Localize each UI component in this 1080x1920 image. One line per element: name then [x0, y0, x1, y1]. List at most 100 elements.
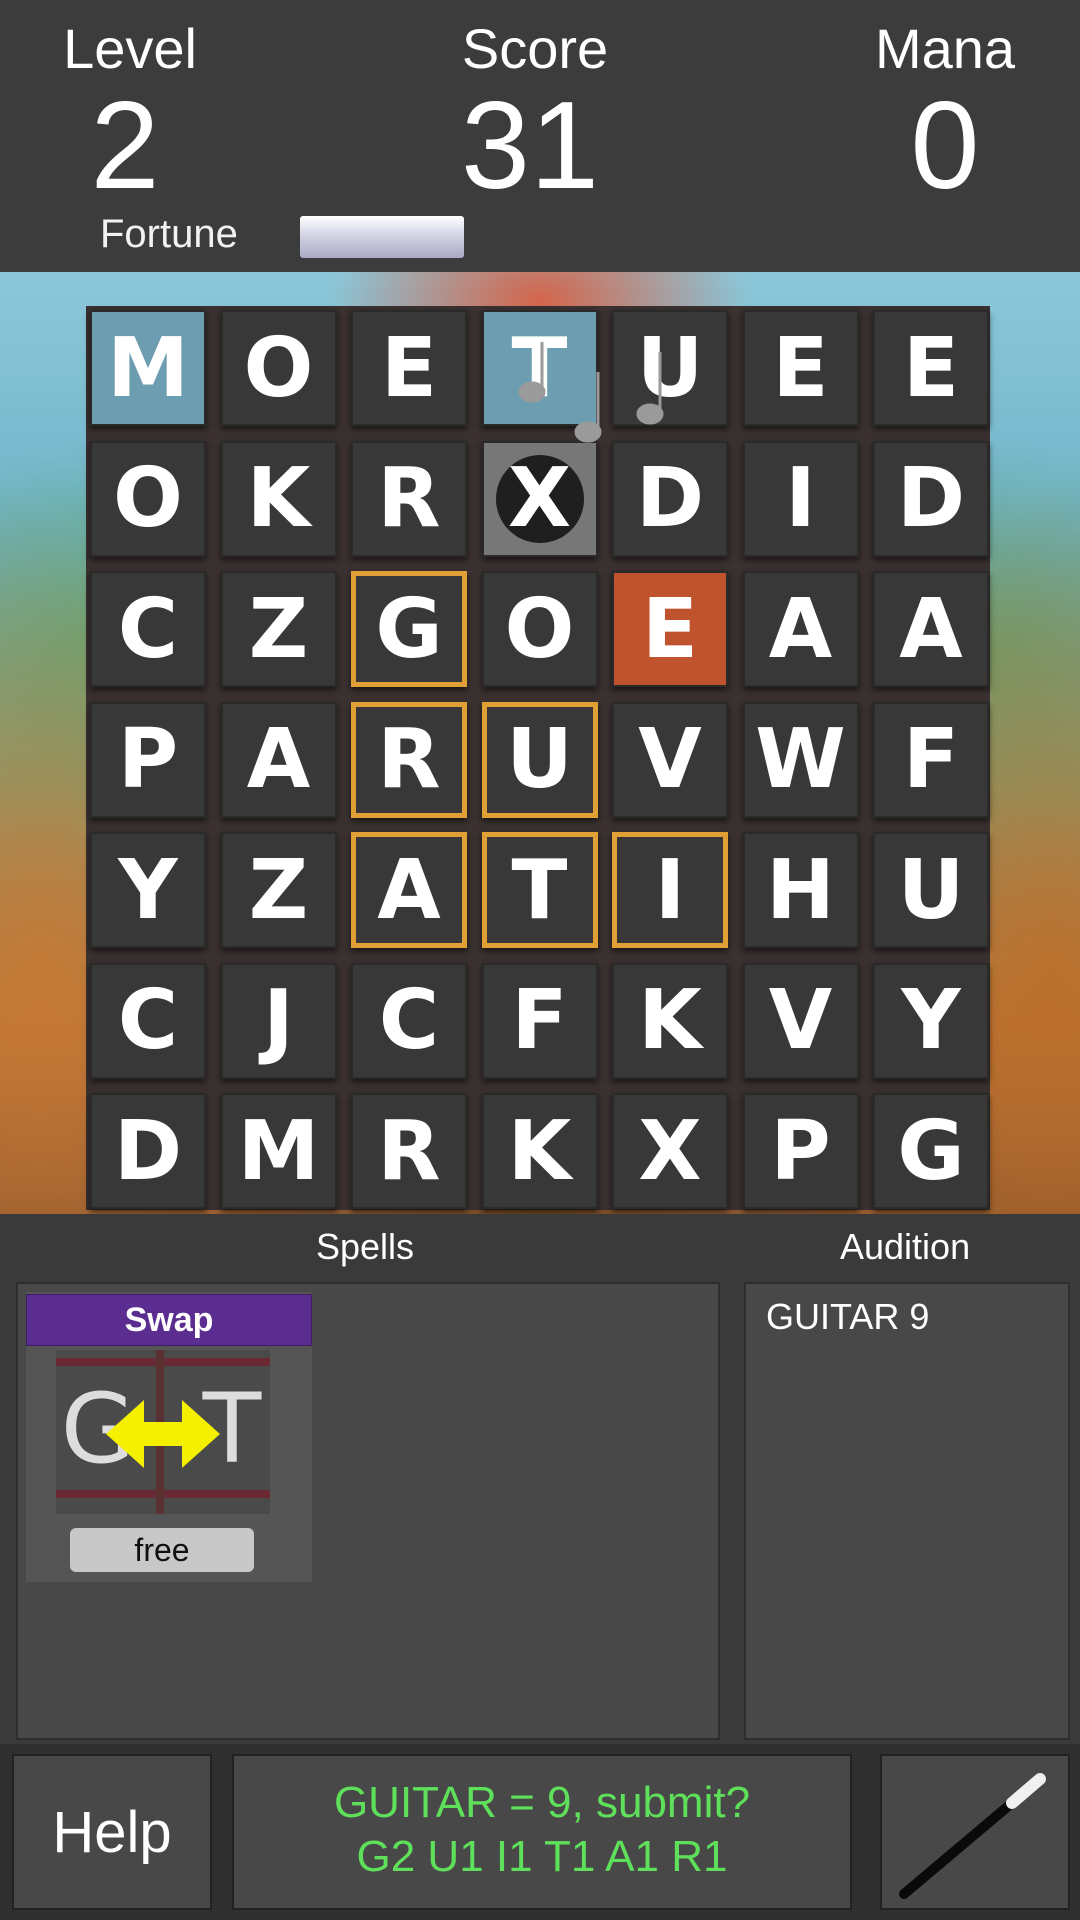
mana-value: 0 [910, 77, 980, 215]
letter-tile[interactable]: C [90, 962, 206, 1079]
help-button[interactable]: Help [12, 1754, 212, 1910]
letter-tile[interactable]: E [873, 310, 989, 426]
bottom-bar: Help GUITAR = 9, submit? G2 U1 I1 T1 A1 … [0, 1744, 1080, 1920]
tile-letter: U [897, 842, 965, 938]
letter-tile[interactable]: P [742, 1093, 859, 1209]
letter-tile[interactable]: G [873, 1093, 989, 1209]
tile-letter: Z [248, 581, 309, 677]
submit-message[interactable]: GUITAR = 9, submit? G2 U1 I1 T1 A1 R1 [232, 1754, 852, 1910]
tile-letter: U [636, 320, 704, 416]
letter-tile[interactable]: V [612, 701, 728, 818]
letter-tile[interactable]: D [612, 440, 728, 557]
letter-tile[interactable]: O [481, 571, 598, 687]
letter-tile[interactable]: E [612, 571, 728, 687]
tile-letter: R [377, 1103, 441, 1199]
letter-tile[interactable]: K [481, 1093, 598, 1209]
letter-tile[interactable]: K [612, 962, 728, 1079]
spells-label: Spells [316, 1226, 415, 1267]
score-value: 31 [461, 77, 599, 215]
letter-tile[interactable]: Z [220, 832, 337, 948]
letter-tile[interactable]: C [90, 571, 206, 687]
level-value: 2 [90, 77, 160, 215]
tile-letter: K [246, 451, 311, 546]
tile-letter: D [113, 1103, 183, 1199]
tile-letter: A [768, 581, 833, 677]
letter-tile[interactable]: Y [90, 832, 206, 948]
letter-tile[interactable]: U [612, 310, 728, 426]
letter-tile[interactable]: O [220, 310, 337, 426]
letter-tile[interactable]: V [742, 962, 859, 1079]
letter-tile[interactable]: D [873, 440, 989, 557]
tile-letter: A [899, 581, 963, 677]
tile-letter: H [766, 842, 835, 938]
tile-letter: U [506, 712, 573, 807]
letter-tile[interactable]: W [742, 701, 859, 818]
letter-tile[interactable]: M [220, 1093, 337, 1209]
tile-letter: K [638, 973, 702, 1068]
letter-tile[interactable]: D [90, 1093, 206, 1209]
message-line-1: GUITAR = 9, submit? [333, 1778, 751, 1827]
tile-letter: C [117, 581, 179, 677]
letter-tile[interactable]: T [481, 310, 598, 426]
letter-tile[interactable]: I [742, 440, 859, 557]
letter-tile[interactable]: A [220, 701, 337, 818]
letter-tile[interactable]: E [742, 310, 859, 426]
letter-tile[interactable]: U [481, 701, 598, 818]
mana-label: Mana [874, 17, 1016, 80]
letter-tile[interactable]: F [873, 701, 989, 818]
letter-tile[interactable]: A [742, 571, 859, 687]
tile-letter: I [654, 842, 686, 938]
message-line-2: G2 U1 I1 T1 A1 R1 [356, 1832, 728, 1881]
tile-letter: C [117, 973, 179, 1068]
tile-letter: F [902, 712, 959, 807]
letter-tile[interactable]: P [90, 701, 206, 818]
letter-tile[interactable]: A [873, 571, 989, 687]
letter-tile[interactable]: E [351, 310, 467, 426]
letter-tile[interactable]: C [351, 962, 467, 1079]
spell-cost: free [70, 1528, 254, 1572]
tile-letter: E [641, 581, 698, 677]
letter-tile[interactable]: K [220, 440, 337, 557]
tile-letter: M [107, 320, 189, 416]
letter-tile[interactable]: F [481, 962, 598, 1079]
letter-tile[interactable]: R [351, 701, 467, 818]
letter-tile[interactable]: H [742, 832, 859, 948]
letter-tile[interactable]: R [351, 1093, 467, 1209]
tile-letter: K [507, 1103, 572, 1199]
fortune-bar [300, 216, 464, 258]
tile-letter: O [243, 320, 314, 416]
letter-tile[interactable]: X [612, 1093, 728, 1209]
tile-letter: I [785, 451, 816, 546]
letter-tile[interactable]: X [481, 440, 598, 557]
audition-label: Audition [840, 1226, 971, 1267]
tile-letter: X [507, 451, 572, 546]
letter-tile[interactable]: J [220, 962, 337, 1079]
letter-tile[interactable]: Z [220, 571, 337, 687]
letter-tile[interactable]: U [873, 832, 989, 948]
letter-tile[interactable]: I [612, 832, 728, 948]
status-header: Level 2 Score 31 Mana 0 Fortune [0, 0, 1080, 272]
letter-tile[interactable]: T [481, 832, 598, 948]
swap-arrows-icon: G T [56, 1350, 270, 1514]
tile-letter: X [638, 1103, 702, 1199]
spell-card-swap[interactable]: Swap G T free [26, 1292, 312, 1582]
wand-button[interactable] [880, 1754, 1070, 1910]
tile-letter: Z [248, 842, 309, 938]
tile-letter: E [380, 320, 437, 416]
letter-tile[interactable]: O [90, 440, 206, 557]
letter-tile[interactable]: R [351, 440, 467, 557]
tile-letter: Y [118, 842, 178, 938]
level-label: Level [63, 17, 197, 80]
audition-panel: GUITAR 9 [744, 1282, 1070, 1740]
tile-letter: D [896, 451, 966, 546]
letter-tile[interactable]: Y [873, 962, 989, 1079]
tile-letter: A [377, 842, 441, 938]
tile-letter: E [772, 320, 829, 416]
spells-panel: Swap G T free [16, 1282, 720, 1740]
tile-letter: T [511, 842, 568, 938]
audition-entry[interactable]: GUITAR 9 [766, 1296, 929, 1338]
letter-tile[interactable]: G [351, 571, 467, 687]
letter-tile[interactable]: A [351, 832, 467, 948]
fortune-label: Fortune [100, 212, 238, 256]
letter-tile[interactable]: M [90, 310, 206, 426]
